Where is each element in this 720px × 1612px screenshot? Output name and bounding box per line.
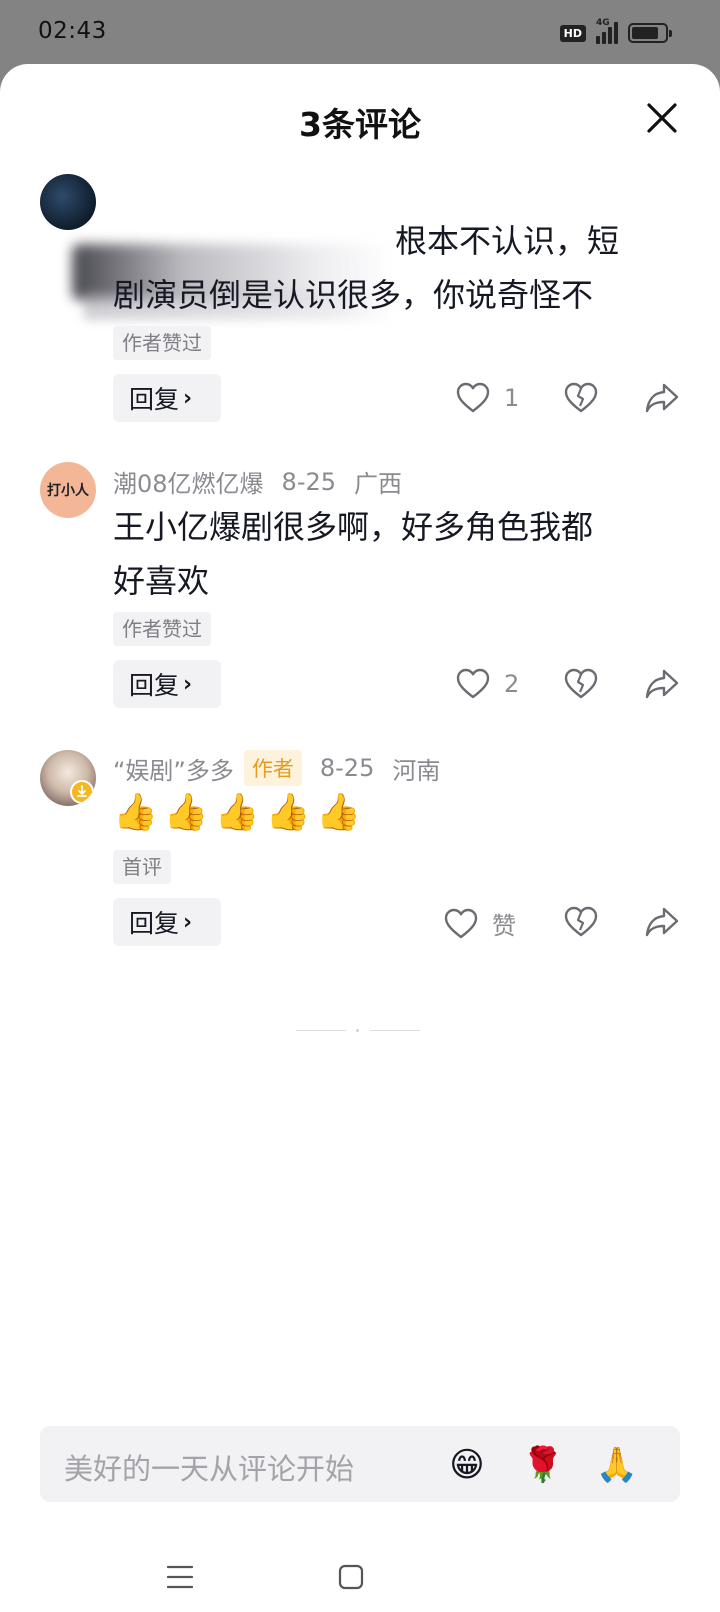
comment-text-line: 好喜欢 bbox=[113, 562, 210, 600]
status-time: 02:43 bbox=[38, 18, 107, 44]
reply-label: 回复 bbox=[129, 671, 180, 700]
sheet-title: 3条评论 bbox=[299, 105, 421, 144]
comment-input-placeholder: 美好的一天从评论开始 bbox=[64, 1452, 355, 1486]
like-button[interactable]: 赞 bbox=[444, 906, 516, 941]
menu-icon[interactable] bbox=[166, 1564, 194, 1590]
comments-sheet: 3条评论 根本不认识，短 剧演员倒是认识很多，你说奇怪不 作者赞过 回复 › 1 bbox=[0, 64, 720, 1612]
share-button[interactable] bbox=[644, 382, 680, 414]
like-button[interactable]: 2 bbox=[456, 668, 519, 700]
broken-heart-icon bbox=[564, 668, 598, 699]
end-of-list-divider bbox=[296, 1028, 424, 1034]
reply-button[interactable]: 回复 › bbox=[113, 660, 221, 708]
pray-emoji-button[interactable]: 🙏 bbox=[594, 1442, 640, 1488]
share-icon bbox=[645, 383, 679, 413]
chevron-right-icon: › bbox=[183, 909, 193, 935]
home-icon[interactable] bbox=[338, 1564, 364, 1590]
heart-icon bbox=[456, 382, 490, 413]
comment-meta: “娱剧”多多 作者 8-25 河南 bbox=[113, 750, 440, 786]
avatar[interactable]: 打小人 bbox=[40, 462, 96, 518]
share-icon bbox=[645, 907, 679, 937]
heart-icon bbox=[444, 908, 478, 938]
comment-text-line: 根本不认识，短 bbox=[395, 222, 620, 260]
comment-meta: 潮08亿燃亿爆 8-25 广西 bbox=[113, 464, 402, 499]
reply-label: 回复 bbox=[129, 385, 180, 414]
status-icons: HD 4G bbox=[559, 18, 672, 46]
dislike-button[interactable] bbox=[564, 668, 598, 700]
dislike-button[interactable] bbox=[564, 382, 598, 414]
comment-input[interactable]: 美好的一天从评论开始 😁 🌹 🙏 bbox=[40, 1426, 680, 1502]
comment-text-line: 剧演员倒是认识很多，你说奇怪不 bbox=[113, 276, 594, 314]
grin-emoji-button[interactable]: 😁 bbox=[444, 1442, 490, 1488]
chevron-right-icon: › bbox=[183, 671, 193, 697]
like-count: 2 bbox=[504, 670, 520, 698]
author-badge: 作者 bbox=[243, 750, 302, 786]
comment-text: 👍👍👍👍👍 bbox=[113, 792, 368, 833]
like-button[interactable]: 1 bbox=[456, 382, 519, 414]
comment-text-line: 王小亿爆剧很多啊，好多角色我都 bbox=[113, 508, 594, 546]
comment-text: 根本不认识，短 剧演员倒是认识很多，你说奇怪不 bbox=[113, 214, 653, 322]
reply-label: 回复 bbox=[129, 909, 180, 938]
comment-date: 8-25 bbox=[281, 467, 337, 496]
username[interactable]: “娱剧”多多 bbox=[113, 751, 234, 786]
share-button[interactable] bbox=[644, 906, 680, 938]
broken-heart-icon bbox=[564, 906, 598, 937]
author-liked-tag: 作者赞过 bbox=[113, 326, 211, 360]
hd-icon: HD bbox=[559, 24, 586, 42]
close-icon bbox=[647, 103, 677, 133]
author-liked-tag: 作者赞过 bbox=[113, 612, 211, 646]
first-comment-tag: 首评 bbox=[113, 850, 171, 884]
chevron-right-icon: › bbox=[183, 385, 193, 411]
reply-button[interactable]: 回复 › bbox=[113, 898, 221, 946]
status-bar: 02:43 HD 4G bbox=[0, 0, 720, 64]
comment-text: 王小亿爆剧很多啊，好多角色我都 好喜欢 bbox=[113, 500, 653, 608]
avatar-text: 打小人 bbox=[47, 483, 89, 499]
network-type: 4G bbox=[596, 18, 610, 28]
like-label: 赞 bbox=[492, 912, 516, 940]
heart-icon bbox=[456, 668, 490, 699]
avatar[interactable] bbox=[40, 174, 96, 230]
rose-emoji-button[interactable]: 🌹 bbox=[520, 1442, 566, 1488]
comment-location: 河南 bbox=[392, 756, 441, 785]
close-button[interactable] bbox=[644, 100, 680, 136]
dislike-button[interactable] bbox=[564, 906, 598, 938]
battery-icon bbox=[628, 23, 672, 43]
system-nav-bar bbox=[0, 1540, 720, 1612]
share-icon bbox=[645, 669, 679, 699]
username[interactable]: 潮08亿燃亿爆 bbox=[113, 464, 264, 499]
reply-button[interactable]: 回复 › bbox=[113, 374, 221, 422]
comment-date: 8-25 bbox=[319, 754, 375, 782]
author-badge-icon bbox=[70, 780, 94, 804]
comment-location: 广西 bbox=[354, 470, 403, 498]
like-count: 1 bbox=[504, 384, 520, 412]
share-button[interactable] bbox=[644, 668, 680, 700]
avatar[interactable] bbox=[40, 750, 96, 806]
broken-heart-icon bbox=[564, 382, 598, 413]
signal-icon: 4G bbox=[596, 18, 618, 44]
